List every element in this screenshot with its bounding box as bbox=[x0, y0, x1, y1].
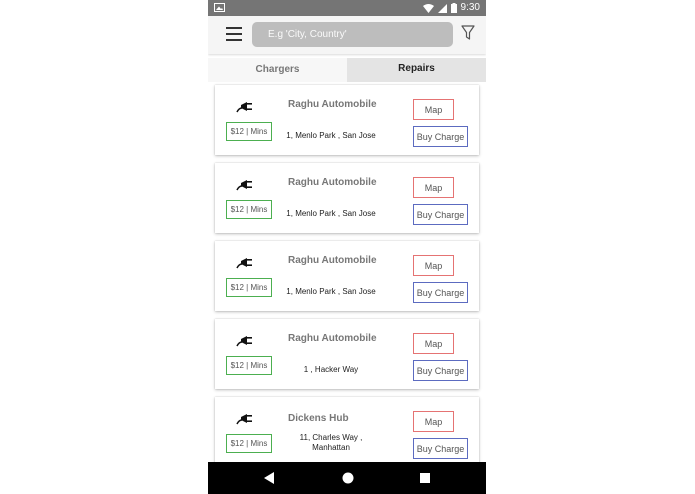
navigation-bar bbox=[208, 462, 486, 494]
tab-bar: Chargers Repairs bbox=[208, 58, 486, 82]
map-button[interactable]: Map bbox=[413, 333, 454, 354]
map-button[interactable]: Map bbox=[413, 411, 454, 432]
hamburger-menu-icon[interactable] bbox=[226, 27, 242, 41]
filter-funnel-icon[interactable] bbox=[461, 25, 475, 41]
listing-card[interactable]: $12 | Mins Raghu Automobile 1, Menlo Par… bbox=[215, 163, 479, 233]
recents-square-icon[interactable] bbox=[420, 473, 430, 483]
buy-charge-button[interactable]: Buy Charge bbox=[413, 282, 468, 303]
buy-charge-button[interactable]: Buy Charge bbox=[413, 438, 468, 459]
image-notification-icon bbox=[214, 3, 225, 12]
buy-charge-button[interactable]: Buy Charge bbox=[413, 360, 468, 381]
signal-icon bbox=[437, 3, 447, 13]
search-input[interactable] bbox=[252, 22, 453, 47]
buy-charge-button[interactable]: Buy Charge bbox=[413, 204, 468, 225]
map-button[interactable]: Map bbox=[413, 177, 454, 198]
app-toolbar bbox=[208, 16, 486, 54]
station-address: 11, Charles Way , Manhattan bbox=[299, 433, 363, 452]
price-badge: $12 | Mins bbox=[226, 200, 272, 219]
tab-chargers[interactable]: Chargers bbox=[208, 58, 347, 82]
station-address: 1, Menlo Park , San Jose bbox=[286, 209, 376, 218]
price-badge: $12 | Mins bbox=[226, 278, 272, 297]
station-address: 1, Menlo Park , San Jose bbox=[286, 287, 376, 296]
station-name: Raghu Automobile bbox=[288, 177, 377, 188]
plug-icon bbox=[236, 336, 252, 347]
status-bar: 9:30 bbox=[208, 0, 486, 16]
station-name: Raghu Automobile bbox=[288, 99, 377, 110]
plug-icon bbox=[236, 102, 252, 113]
battery-icon bbox=[450, 3, 457, 13]
plug-icon bbox=[236, 180, 252, 191]
map-button[interactable]: Map bbox=[413, 255, 454, 276]
listing-card[interactable]: $12 | Mins Raghu Automobile 1, Menlo Par… bbox=[215, 85, 479, 155]
listing-card[interactable]: $12 | Mins Dickens Hub 11, Charles Way ,… bbox=[215, 397, 479, 462]
price-badge: $12 | Mins bbox=[226, 122, 272, 141]
price-badge: $12 | Mins bbox=[226, 356, 272, 375]
plug-icon bbox=[236, 414, 252, 425]
station-address: 1 , Hacker Way bbox=[303, 365, 359, 374]
wifi-icon bbox=[422, 3, 434, 13]
price-badge: $12 | Mins bbox=[226, 434, 272, 453]
station-name: Raghu Automobile bbox=[288, 255, 377, 266]
station-address: 1, Menlo Park , San Jose bbox=[286, 131, 376, 140]
status-time: 9:30 bbox=[460, 2, 480, 13]
map-button[interactable]: Map bbox=[413, 99, 454, 120]
status-icons: 9:30 bbox=[422, 0, 480, 16]
listing-card[interactable]: $12 | Mins Raghu Automobile 1, Menlo Par… bbox=[215, 241, 479, 311]
listing-card[interactable]: $12 | Mins Raghu Automobile 1 , Hacker W… bbox=[215, 319, 479, 389]
tab-repairs[interactable]: Repairs bbox=[347, 58, 486, 82]
phone-screen: 9:30 Chargers Repairs $12 | Mins Raghu A… bbox=[208, 0, 486, 494]
plug-icon bbox=[236, 258, 252, 269]
station-name: Raghu Automobile bbox=[288, 333, 377, 344]
home-circle-icon[interactable] bbox=[342, 472, 354, 484]
buy-charge-button[interactable]: Buy Charge bbox=[413, 126, 468, 147]
station-name: Dickens Hub bbox=[288, 413, 349, 424]
back-triangle-icon[interactable] bbox=[264, 472, 274, 484]
listing-list[interactable]: $12 | Mins Raghu Automobile 1, Menlo Par… bbox=[208, 82, 486, 462]
